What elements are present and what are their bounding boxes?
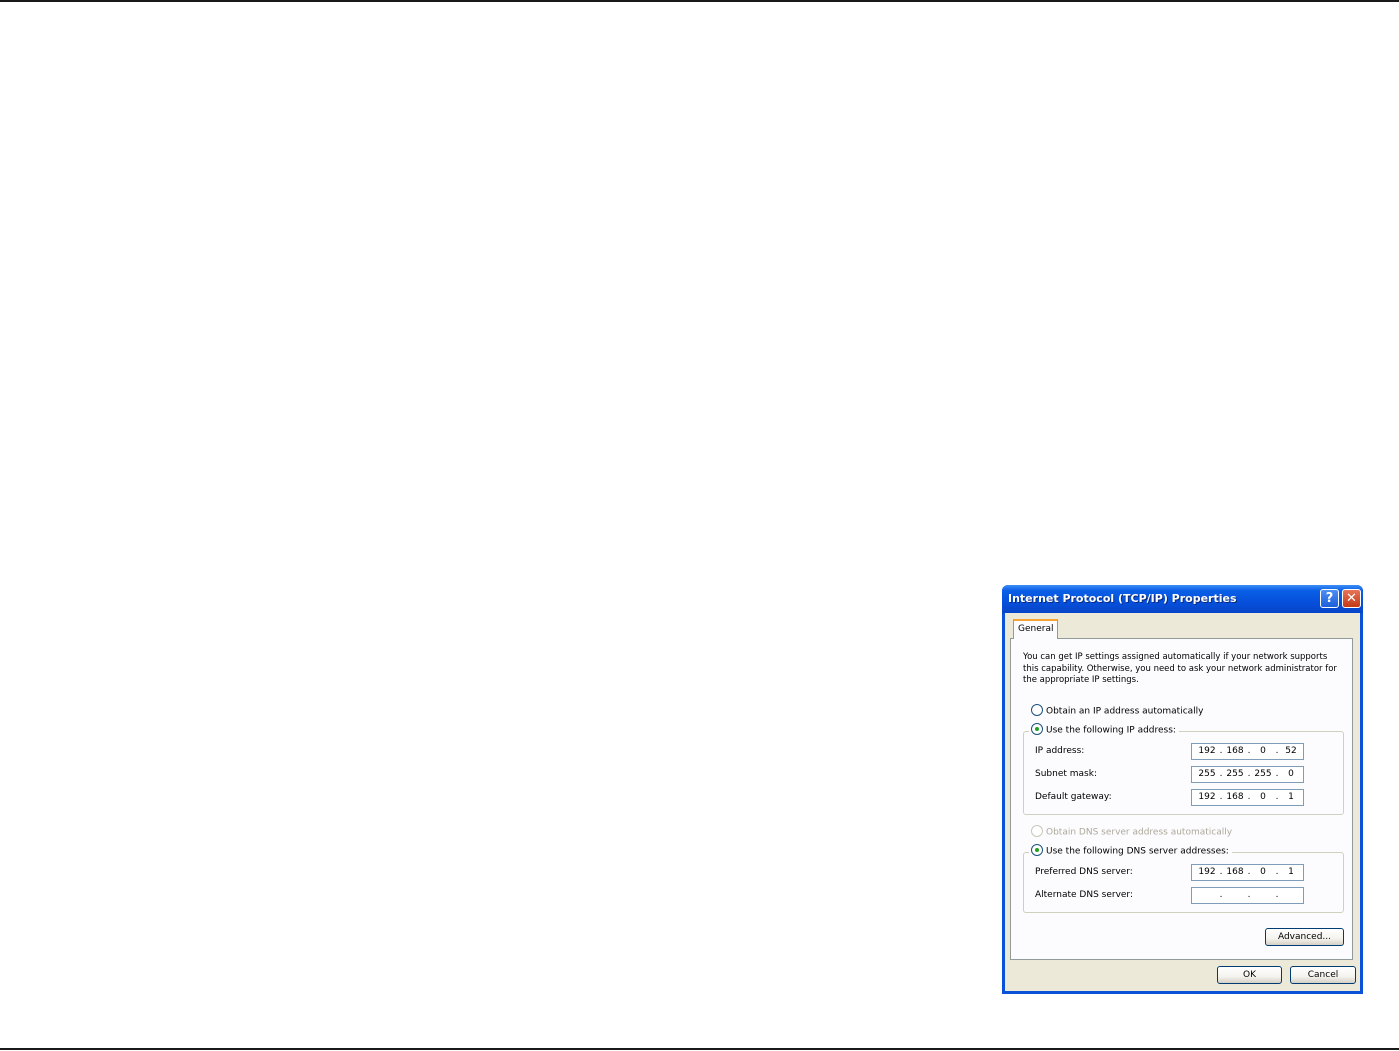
octet-separator: . bbox=[1247, 890, 1251, 900]
use-ip-radio[interactable] bbox=[1031, 723, 1043, 735]
subnet-mask-row: Subnet mask: 255 . 255 . 255 . 0 bbox=[1035, 766, 1335, 783]
alternate-dns-input[interactable]: . . . bbox=[1191, 887, 1304, 904]
ip-address-octet-3: 0 bbox=[1260, 746, 1266, 756]
dialog-titlebar[interactable]: Internet Protocol (TCP/IP) Properties ? … bbox=[1002, 585, 1363, 613]
obtain-ip-radio[interactable] bbox=[1031, 704, 1043, 716]
default-gateway-octet-2: 168 bbox=[1226, 792, 1244, 802]
use-following-dns-option[interactable]: Use the following DNS server addresses: bbox=[1029, 844, 1232, 859]
ip-address-octet-1: 192 bbox=[1198, 746, 1216, 756]
dialog-client-area: General You can get IP settings assigned… bbox=[1005, 613, 1360, 991]
subnet-mask-octet-3: 255 bbox=[1254, 769, 1272, 779]
default-gateway-row: Default gateway: 192 . 168 . 0 . 1 bbox=[1035, 789, 1335, 806]
use-dns-label: Use the following DNS server addresses: bbox=[1046, 846, 1229, 857]
subnet-mask-octet-4: 0 bbox=[1288, 769, 1294, 779]
help-button[interactable]: ? bbox=[1320, 589, 1339, 608]
ip-address-label: IP address: bbox=[1035, 746, 1085, 756]
ok-button[interactable]: OK bbox=[1217, 966, 1282, 984]
ip-address-row: IP address: 192 . 168 . 0 . 52 bbox=[1035, 743, 1335, 760]
close-icon: ✕ bbox=[1346, 591, 1357, 606]
close-button[interactable]: ✕ bbox=[1342, 589, 1361, 608]
cancel-button[interactable]: Cancel bbox=[1290, 966, 1356, 984]
obtain-ip-label: Obtain an IP address automatically bbox=[1046, 706, 1204, 717]
tcpip-properties-dialog: Internet Protocol (TCP/IP) Properties ? … bbox=[1002, 585, 1363, 994]
alternate-dns-row: Alternate DNS server: . . . bbox=[1035, 887, 1335, 904]
subnet-mask-input[interactable]: 255 . 255 . 255 . 0 bbox=[1191, 766, 1304, 783]
preferred-dns-octet-3: 0 bbox=[1260, 867, 1266, 877]
top-page-rule bbox=[0, 0, 1399, 2]
default-gateway-octet-1: 192 bbox=[1198, 792, 1216, 802]
subnet-mask-octet-1: 255 bbox=[1198, 769, 1216, 779]
obtain-dns-radio[interactable] bbox=[1031, 825, 1043, 837]
preferred-dns-label: Preferred DNS server: bbox=[1035, 867, 1133, 877]
intro-text: You can get IP settings assigned automat… bbox=[1023, 652, 1337, 685]
advanced-button[interactable]: Advanced... bbox=[1265, 928, 1344, 946]
tab-general[interactable]: General bbox=[1013, 619, 1058, 639]
obtain-ip-automatically-option[interactable]: Obtain an IP address automatically bbox=[1031, 704, 1207, 719]
dialog-title: Internet Protocol (TCP/IP) Properties bbox=[1008, 592, 1237, 605]
default-gateway-input[interactable]: 192 . 168 . 0 . 1 bbox=[1191, 789, 1304, 806]
help-icon: ? bbox=[1325, 591, 1334, 606]
preferred-dns-input[interactable]: 192 . 168 . 0 . 1 bbox=[1191, 864, 1304, 881]
alternate-dns-label: Alternate DNS server: bbox=[1035, 890, 1134, 900]
obtain-dns-label: Obtain DNS server address automatically bbox=[1046, 827, 1233, 838]
octet-separator: . bbox=[1275, 890, 1279, 900]
octet-separator: . bbox=[1219, 890, 1223, 900]
ip-address-octet-4: 52 bbox=[1285, 746, 1297, 756]
subnet-mask-label: Subnet mask: bbox=[1035, 769, 1097, 779]
general-tab-panel: You can get IP settings assigned automat… bbox=[1010, 638, 1353, 960]
default-gateway-octet-4: 1 bbox=[1288, 792, 1294, 802]
default-gateway-label: Default gateway: bbox=[1035, 792, 1112, 802]
use-dns-radio[interactable] bbox=[1031, 844, 1043, 856]
use-following-ip-option[interactable]: Use the following IP address: bbox=[1029, 723, 1179, 738]
ip-address-octet-2: 168 bbox=[1226, 746, 1244, 756]
subnet-mask-octet-2: 255 bbox=[1226, 769, 1244, 779]
preferred-dns-octet-2: 168 bbox=[1226, 867, 1244, 877]
bottom-page-rule bbox=[0, 1048, 1399, 1050]
ip-address-input[interactable]: 192 . 168 . 0 . 52 bbox=[1191, 743, 1304, 760]
use-ip-label: Use the following IP address: bbox=[1046, 725, 1176, 736]
obtain-dns-automatically-option[interactable]: Obtain DNS server address automatically bbox=[1031, 825, 1236, 840]
preferred-dns-row: Preferred DNS server: 192 . 168 . 0 . 1 bbox=[1035, 864, 1335, 881]
default-gateway-octet-3: 0 bbox=[1260, 792, 1266, 802]
preferred-dns-octet-1: 192 bbox=[1198, 867, 1216, 877]
preferred-dns-octet-4: 1 bbox=[1288, 867, 1294, 877]
